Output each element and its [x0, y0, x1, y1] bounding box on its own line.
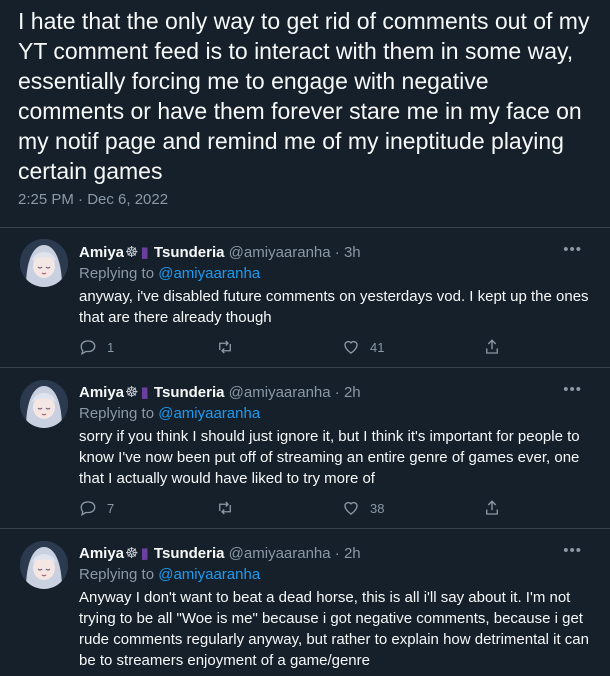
- user-handle[interactable]: @amiyaaranha: [229, 244, 331, 261]
- share-icon: [486, 339, 498, 354]
- retweet-button[interactable]: [216, 338, 244, 356]
- like-icon: [344, 340, 358, 354]
- user-handle[interactable]: @amiyaaranha: [229, 545, 331, 562]
- reply-button[interactable]: 7: [79, 499, 114, 517]
- replying-to: Replying to @amiyaaranha: [79, 566, 260, 583]
- dharma-wheel-emoji-icon: ☸: [125, 384, 139, 401]
- display-name[interactable]: Amiya: [79, 545, 124, 562]
- like-icon: [344, 501, 358, 515]
- reply-header: Amiya☸ ▮ Tsunderia @amiyaaranha · 2h: [79, 544, 361, 562]
- avatar[interactable]: [20, 239, 68, 287]
- like-button[interactable]: 41: [342, 338, 384, 356]
- separator: ·: [334, 545, 340, 562]
- main-tweet-text: I hate that the only way to get rid of c…: [18, 8, 596, 184]
- display-name[interactable]: Amiya: [79, 384, 124, 401]
- dharma-wheel-emoji-icon: ☸: [125, 244, 139, 261]
- replying-to-link[interactable]: @amiyaaranha: [158, 566, 260, 583]
- reply-text: Anyway I don't want to beat a dead horse…: [79, 589, 589, 669]
- like-button[interactable]: 38: [342, 499, 384, 517]
- purple-book-emoji-icon: ▮: [140, 384, 149, 401]
- tweet-time[interactable]: 3h: [344, 244, 361, 261]
- retweet-icon: [219, 340, 231, 354]
- separator: ·: [334, 244, 340, 261]
- reply-tweet[interactable]: Amiya☸ ▮ Tsunderia @amiyaaranha · 2h ••• …: [0, 529, 610, 676]
- action-bar: 7 38: [79, 499, 499, 519]
- more-icon[interactable]: •••: [563, 542, 582, 559]
- purple-book-emoji-icon: ▮: [140, 545, 149, 562]
- display-name-suffix[interactable]: Tsunderia: [154, 244, 225, 261]
- replying-to-link[interactable]: @amiyaaranha: [158, 265, 260, 282]
- more-icon[interactable]: •••: [563, 381, 582, 398]
- share-button[interactable]: [483, 499, 501, 517]
- purple-book-emoji-icon: ▮: [140, 244, 149, 261]
- like-count: 41: [370, 339, 385, 355]
- dharma-wheel-emoji-icon: ☸: [125, 545, 139, 562]
- reply-tweet[interactable]: Amiya☸ ▮ Tsunderia @amiyaaranha · 2h ••• …: [0, 368, 610, 528]
- display-name-suffix[interactable]: Tsunderia: [154, 545, 225, 562]
- avatar[interactable]: [20, 541, 68, 589]
- retweet-button[interactable]: [216, 499, 244, 517]
- share-icon: [486, 500, 498, 515]
- reply-count: 7: [107, 500, 115, 516]
- replying-to: Replying to @amiyaaranha: [79, 265, 260, 282]
- reply-icon: [80, 501, 96, 517]
- reply-button[interactable]: 1: [79, 338, 114, 356]
- reply-header: Amiya☸ ▮ Tsunderia @amiyaaranha · 3h: [79, 243, 361, 261]
- separator: ·: [334, 384, 340, 401]
- replying-to-link[interactable]: @amiyaaranha: [158, 405, 260, 422]
- action-bar: 1 41: [79, 338, 499, 358]
- replying-to: Replying to @amiyaaranha: [79, 405, 260, 422]
- retweet-icon: [219, 501, 231, 515]
- reply-header: Amiya☸ ▮ Tsunderia @amiyaaranha · 2h: [79, 383, 361, 401]
- display-name-suffix[interactable]: Tsunderia: [154, 384, 225, 401]
- replying-label: Replying to: [79, 405, 155, 422]
- tweet-time[interactable]: 2h: [344, 384, 361, 401]
- reply-count: 1: [107, 339, 115, 355]
- reply-text: anyway, i've disabled future comments on…: [79, 288, 589, 326]
- reply-text: sorry if you think I should just ignore …: [79, 428, 580, 487]
- user-handle[interactable]: @amiyaaranha: [229, 384, 331, 401]
- reply-tweet[interactable]: Amiya☸ ▮ Tsunderia @amiyaaranha · 3h ••• …: [0, 228, 610, 367]
- display-name[interactable]: Amiya: [79, 244, 124, 261]
- replying-label: Replying to: [79, 566, 155, 583]
- more-icon[interactable]: •••: [563, 241, 582, 258]
- main-tweet-timestamp[interactable]: 2:25 PM · Dec 6, 2022: [18, 191, 168, 208]
- like-count: 38: [370, 500, 385, 516]
- reply-icon: [80, 340, 96, 356]
- tweet-time[interactable]: 2h: [344, 545, 361, 562]
- replying-label: Replying to: [79, 265, 155, 282]
- avatar[interactable]: [20, 380, 68, 428]
- share-button[interactable]: [483, 338, 501, 356]
